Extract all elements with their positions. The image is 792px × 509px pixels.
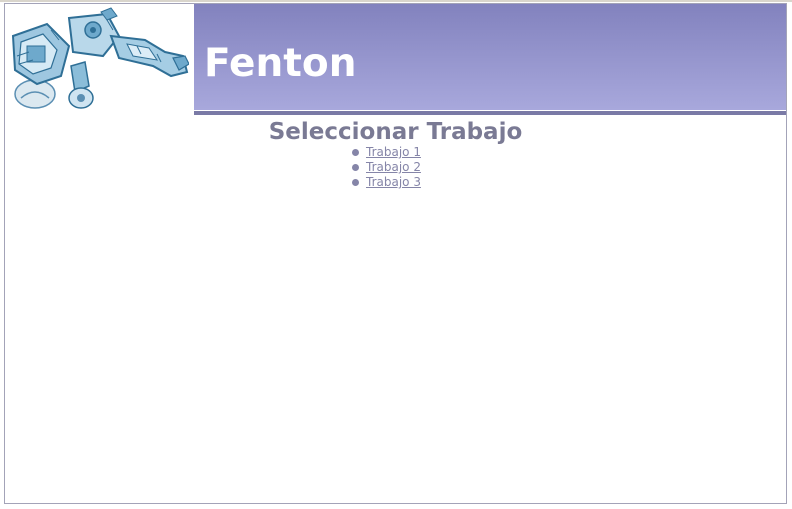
window-top-strip xyxy=(0,0,792,2)
header-banner: Fenton xyxy=(194,4,786,110)
list-item: Trabajo 2 xyxy=(351,160,421,175)
job-link-1[interactable]: Trabajo 1 xyxy=(366,145,421,159)
job-list: Trabajo 1 Trabajo 2 Trabajo 3 xyxy=(351,145,421,190)
list-item: Trabajo 1 xyxy=(351,145,421,160)
page-frame: Fenton Seleccionar Trabajo Trabajo 1 Tra… xyxy=(4,3,787,504)
robot-arm-logo-icon xyxy=(11,7,189,109)
header-divider xyxy=(194,111,786,115)
app-title: Fenton xyxy=(204,41,357,86)
page-title: Seleccionar Trabajo xyxy=(268,119,523,145)
bullet-icon xyxy=(352,164,359,171)
job-link-2[interactable]: Trabajo 2 xyxy=(366,160,421,174)
list-item: Trabajo 3 xyxy=(351,175,421,190)
logo xyxy=(5,4,194,116)
bullet-icon xyxy=(352,179,359,186)
bullet-icon xyxy=(352,149,359,156)
job-link-3[interactable]: Trabajo 3 xyxy=(366,175,421,189)
